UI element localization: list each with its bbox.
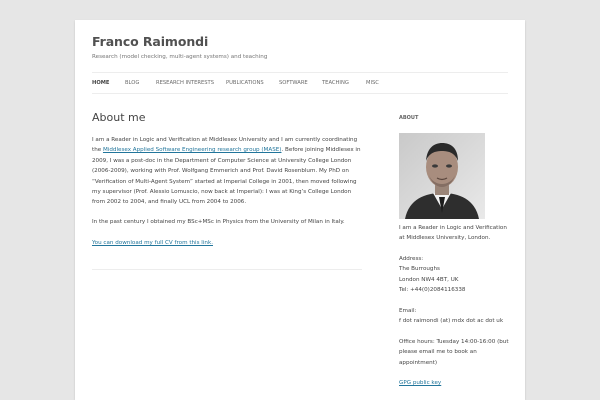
site-title[interactable]: Franco Raimondi	[92, 34, 208, 49]
profile-caption: I am a Reader in Logic and Verification …	[399, 225, 507, 242]
address-label: Address:	[399, 256, 424, 262]
nav-item-research-interests[interactable]: RESEARCH INTERESTS	[156, 80, 214, 86]
cv-paragraph: You can download my full CV from this li…	[92, 238, 364, 248]
content-divider	[92, 269, 362, 270]
email-block: Email: f dot raimondi (at) mdx dot ac do…	[399, 306, 511, 327]
profile-photo	[399, 133, 485, 219]
address-block: Address: The Burroughs London NW4 4BT, U…	[399, 254, 511, 296]
email-address: f dot raimondi (at) mdx dot ac dot uk	[399, 318, 504, 325]
gpg-key-link[interactable]: GPG public key	[399, 380, 441, 386]
intro-text-end: . Before joining Middlesex in 2009, I wa…	[92, 147, 361, 206]
intro-paragraph: I am a Reader in Logic and Verification …	[92, 135, 364, 208]
main-navigation: HOME BLOG RESEARCH INTERESTS PUBLICATION…	[92, 72, 508, 94]
cv-download-link[interactable]: You can download my full CV from this li…	[92, 240, 213, 246]
education-paragraph: In the past century I obtained my BSc+MS…	[92, 219, 345, 225]
nav-item-blog[interactable]: BLOG	[125, 80, 139, 86]
telephone: Tel: +44(0)2084116338	[399, 287, 466, 294]
nav-item-publications[interactable]: PUBLICATIONS	[226, 80, 264, 86]
sidebar-widget-title: ABOUT	[399, 115, 419, 121]
nav-item-home[interactable]: HOME	[92, 80, 109, 86]
nav-item-teaching[interactable]: TEACHING	[322, 80, 349, 86]
email-label: Email:	[399, 308, 417, 314]
address-city: London NW4 4BT, UK	[399, 276, 459, 283]
portrait-image	[399, 133, 485, 219]
address-street: The Burroughs	[399, 266, 440, 273]
nav-item-misc[interactable]: MISC	[366, 80, 379, 86]
mase-group-link[interactable]: Middlesex Applied Software Engineering r…	[103, 147, 282, 153]
site-description: Research (model checking, multi-agent sy…	[92, 54, 268, 60]
gpg-block: GPG public key	[399, 378, 511, 388]
nav-item-software[interactable]: SOFTWARE	[279, 80, 308, 86]
office-hours: Office hours: Tuesday 14:00-16:00 (but p…	[399, 339, 509, 366]
page-title: About me	[92, 111, 146, 124]
page-container: Franco Raimondi Research (model checking…	[75, 20, 525, 400]
